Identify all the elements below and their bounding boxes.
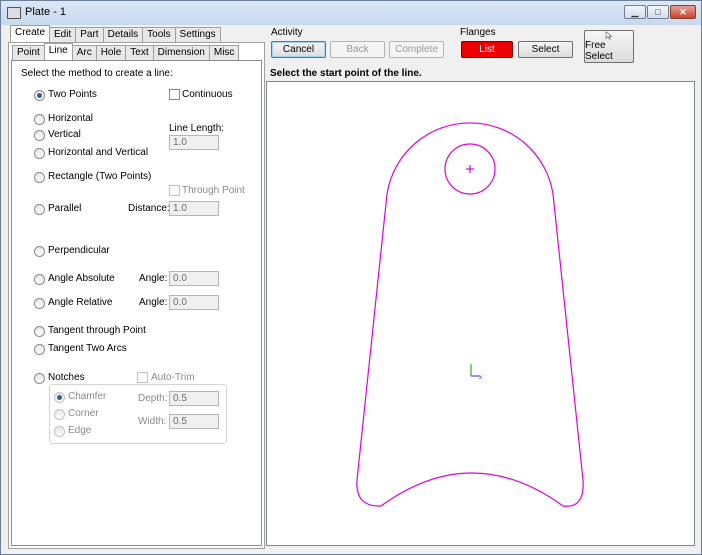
through-point-label: Through Point xyxy=(182,185,245,196)
angle-absolute-field-label: Angle: xyxy=(139,273,168,284)
tab-details[interactable]: Details xyxy=(102,27,144,42)
distance-field[interactable]: 1.0 xyxy=(169,201,219,216)
horizontal-vertical-radio[interactable] xyxy=(34,148,45,159)
list-button[interactable]: List xyxy=(461,41,513,58)
angle-absolute-radio[interactable] xyxy=(34,274,45,285)
tab-settings[interactable]: Settings xyxy=(174,27,221,42)
angle-absolute-field[interactable]: 0.0 xyxy=(169,271,219,286)
close-button[interactable]: ✕ xyxy=(670,5,696,19)
continuous-label: Continuous xyxy=(182,89,233,100)
through-point-checkbox[interactable] xyxy=(169,185,180,196)
parallel-radio[interactable] xyxy=(34,204,45,215)
edge-radio[interactable] xyxy=(54,426,65,437)
notch-options-group: Chamfer Corner Edge Depth: 0.5 Width: 0.… xyxy=(49,384,227,444)
tab-part[interactable]: Part xyxy=(75,27,104,42)
drawing-svg: x xyxy=(356,122,584,507)
cancel-button[interactable]: Cancel xyxy=(271,41,326,58)
vertical-label: Vertical xyxy=(48,129,81,140)
edge-label: Edge xyxy=(68,425,92,436)
continuous-checkbox[interactable] xyxy=(169,89,180,100)
complete-button[interactable]: Complete xyxy=(389,41,444,58)
corner-label: Corner xyxy=(68,408,99,419)
distance-label: Distance: xyxy=(128,203,170,214)
tangent-point-label: Tangent through Point xyxy=(48,325,146,336)
free-select-button[interactable]: Free Select xyxy=(584,30,634,63)
line-length-field[interactable]: 1.0 xyxy=(169,135,219,150)
title-bar[interactable]: Plate - 1 ▁ □ ✕ xyxy=(1,1,701,25)
auto-trim-label: Auto-Trim xyxy=(151,372,195,383)
app-window: Plate - 1 ▁ □ ✕ Create Edit Part Details… xyxy=(0,0,702,555)
client-area: Create Edit Part Details Tools Settings … xyxy=(5,25,697,551)
rectangle-label: Rectangle (Two Points) xyxy=(48,171,152,182)
width-label: Width: xyxy=(138,416,167,427)
prompt-text: Select the start point of the line. xyxy=(270,68,422,79)
angle-relative-label: Angle Relative xyxy=(48,297,113,308)
horizontal-label: Horizontal xyxy=(48,113,94,124)
chamfer-label: Chamfer xyxy=(68,391,107,402)
angle-relative-field[interactable]: 0.0 xyxy=(169,295,219,310)
tab-edit[interactable]: Edit xyxy=(49,27,77,42)
instruction-label: Select the method to create a line: xyxy=(21,68,173,79)
tab-point[interactable]: Point xyxy=(12,45,45,60)
back-button[interactable]: Back xyxy=(330,41,385,58)
tab-tools[interactable]: Tools xyxy=(142,27,176,42)
tangent-arcs-label: Tangent Two Arcs xyxy=(48,343,127,354)
tab-create[interactable]: Create xyxy=(10,25,51,42)
free-select-label: Free Select xyxy=(585,40,613,62)
horizontal-vertical-label: Horizontal and Vertical xyxy=(48,147,149,158)
horizontal-radio[interactable] xyxy=(34,114,45,125)
perpendicular-label: Perpendicular xyxy=(48,245,110,256)
activity-title: Activity xyxy=(271,27,303,38)
sub-tab-bar: Point Line Arc Hole Text Dimension Misc xyxy=(12,43,240,60)
tangent-point-radio[interactable] xyxy=(34,326,45,337)
angle-relative-field-label: Angle: xyxy=(139,297,168,308)
parallel-label: Parallel xyxy=(48,203,82,214)
chamfer-radio[interactable] xyxy=(54,392,65,403)
tab-arc[interactable]: Arc xyxy=(71,45,97,60)
auto-trim-checkbox[interactable] xyxy=(137,372,148,383)
maximize-button[interactable]: □ xyxy=(647,5,669,19)
window-title: Plate - 1 xyxy=(25,6,66,18)
hole-center-mark xyxy=(466,165,474,173)
flanges-title: Flanges xyxy=(460,27,496,38)
minimize-button[interactable]: ▁ xyxy=(624,5,646,19)
tab-line[interactable]: Line xyxy=(43,43,73,60)
select-button[interactable]: Select xyxy=(518,41,573,58)
depth-field[interactable]: 0.5 xyxy=(169,391,219,406)
app-icon xyxy=(7,7,21,19)
rectangle-radio[interactable] xyxy=(34,172,45,183)
drawing-canvas[interactable]: x xyxy=(266,81,695,546)
top-tab-bar: Create Edit Part Details Tools Settings xyxy=(10,25,221,42)
corner-radio[interactable] xyxy=(54,409,65,420)
perpendicular-radio[interactable] xyxy=(34,246,45,257)
plate-outline xyxy=(356,122,584,507)
notches-radio[interactable] xyxy=(34,373,45,384)
depth-label: Depth: xyxy=(138,393,168,404)
tab-misc[interactable]: Misc xyxy=(208,45,240,60)
angle-relative-radio[interactable] xyxy=(34,298,45,309)
line-length-label: Line Length: xyxy=(169,123,225,134)
tab-text[interactable]: Text xyxy=(125,45,154,60)
axis-x-glyph: x xyxy=(479,375,482,381)
tab-dimension[interactable]: Dimension xyxy=(152,45,210,60)
notches-label: Notches xyxy=(48,372,85,383)
tab-hole[interactable]: Hole xyxy=(95,45,127,60)
two-points-label: Two Points xyxy=(48,89,97,100)
two-points-radio[interactable] xyxy=(34,90,45,101)
cursor-arrow-icon xyxy=(605,31,613,40)
vertical-radio[interactable] xyxy=(34,130,45,141)
width-field[interactable]: 0.5 xyxy=(169,414,219,429)
line-panel: Select the method to create a line: Two … xyxy=(11,60,262,546)
angle-absolute-label: Angle Absolute xyxy=(48,273,115,284)
tangent-arcs-radio[interactable] xyxy=(34,344,45,355)
